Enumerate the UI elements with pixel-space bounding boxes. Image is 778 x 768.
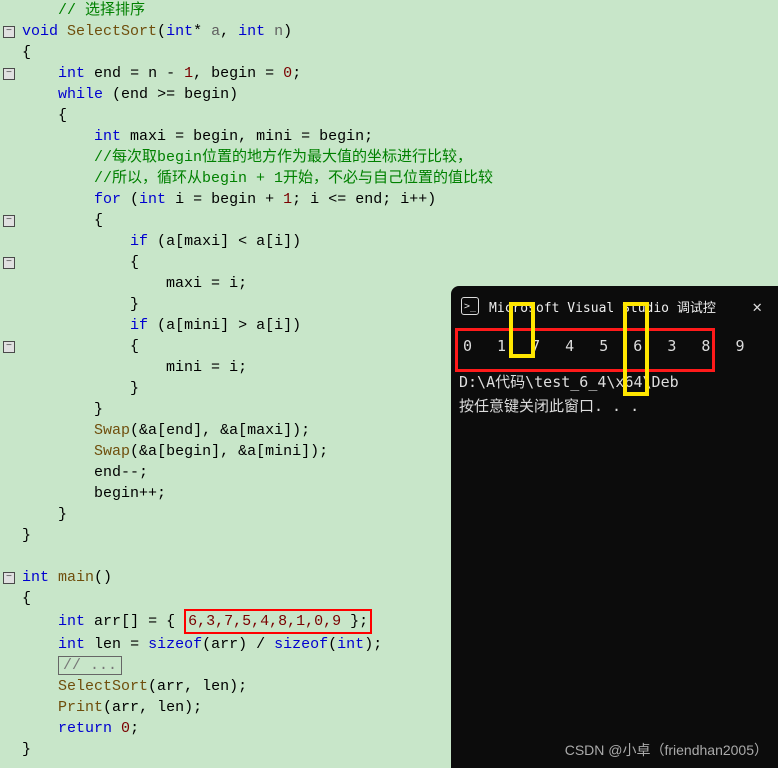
collapsed-comment[interactable]: // ... bbox=[58, 656, 122, 675]
comment: // 选择排序 bbox=[58, 2, 145, 19]
debug-console-window[interactable]: >_ Microsoft Visual Studio 调试控 ✕ 0 1 7 4… bbox=[451, 286, 778, 768]
terminal-icon: >_ bbox=[461, 297, 479, 315]
output-highlight-red bbox=[455, 328, 715, 372]
output-highlight-yellow-2 bbox=[623, 302, 649, 396]
titlebar[interactable]: >_ Microsoft Visual Studio 调试控 ✕ bbox=[451, 286, 778, 326]
close-icon[interactable]: ✕ bbox=[746, 297, 768, 316]
watermark: CSDN @小卓（friendhan2005） bbox=[565, 740, 768, 760]
comment: //所以，循环从begin + 1开始，不必与自己位置的值比较 bbox=[94, 170, 493, 187]
fold-icon[interactable]: − bbox=[0, 210, 18, 231]
prompt-line: 按任意键关闭此窗口. . . bbox=[459, 394, 770, 418]
fold-icon[interactable]: − bbox=[0, 252, 18, 273]
fold-icon[interactable]: − bbox=[0, 63, 18, 84]
array-highlight: 6,3,7,5,4,8,1,0,9 }; bbox=[184, 609, 372, 634]
fold-icon[interactable]: − bbox=[0, 567, 18, 588]
comment: //每次取begin位置的地方作为最大值的坐标进行比较， bbox=[94, 149, 472, 166]
fold-icon[interactable]: − bbox=[0, 21, 18, 42]
path-line: D:\A代码\test_6_4\x64\Deb bbox=[459, 370, 770, 394]
fold-icon[interactable]: − bbox=[0, 336, 18, 357]
output-highlight-yellow-1 bbox=[509, 302, 535, 358]
